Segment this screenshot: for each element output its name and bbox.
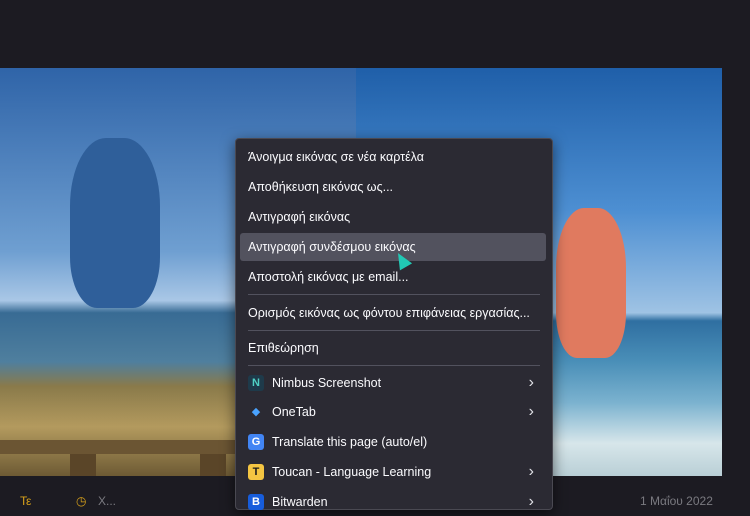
translate-icon: G	[248, 434, 264, 450]
menu-toucan[interactable]: T Toucan - Language Learning ›	[240, 458, 546, 486]
nimbus-icon: N	[248, 375, 264, 391]
bitwarden-icon: B	[248, 494, 264, 510]
browser-top-area	[0, 0, 750, 68]
menu-item-label: Bitwarden	[272, 495, 328, 509]
menu-item-label: Nimbus Screenshot	[272, 376, 382, 390]
menu-separator	[248, 330, 540, 331]
menu-email-image[interactable]: Αποστολή εικόνας με email...	[240, 263, 546, 291]
menu-separator	[248, 294, 540, 295]
bottom-middle-text: Χ...	[98, 494, 117, 508]
toucan-icon: T	[248, 464, 264, 480]
menu-item-label: OneTab	[272, 405, 316, 419]
menu-item-label: Επιθεώρηση	[248, 341, 319, 355]
bottom-left-text[interactable]: Τε	[20, 494, 31, 508]
menu-separator	[248, 365, 540, 366]
menu-save-image-as[interactable]: Αποθήκευση εικόνας ως...	[240, 173, 546, 201]
bench-leg	[70, 454, 96, 476]
menu-item-label: Αποθήκευση εικόνας ως...	[248, 180, 394, 194]
clock-icon: ◷	[76, 494, 87, 508]
context-menu: Άνοιγμα εικόνας σε νέα καρτέλα Αποθήκευσ…	[235, 138, 553, 510]
menu-bitwarden[interactable]: B Bitwarden ›	[240, 488, 546, 516]
menu-translate-page[interactable]: G Translate this page (auto/el)	[240, 428, 546, 456]
menu-item-label: Toucan - Language Learning	[272, 465, 432, 479]
onetab-icon: ◆	[251, 406, 261, 418]
menu-set-desktop-background[interactable]: Ορισμός εικόνας ως φόντου επιφάνειας εργ…	[240, 299, 546, 327]
menu-item-label: Ορισμός εικόνας ως φόντου επιφάνειας εργ…	[248, 306, 530, 320]
menu-item-label: Αντιγραφή συνδέσμου εικόνας	[248, 240, 416, 254]
bottom-date: 1 Μαΐου 2022	[640, 494, 713, 508]
bench	[0, 440, 240, 454]
chevron-right-icon: ›	[528, 374, 534, 391]
bench-leg	[200, 454, 226, 476]
chevron-right-icon: ›	[528, 463, 534, 480]
menu-item-label: Translate this page (auto/el)	[272, 435, 428, 449]
menu-item-label: Αποστολή εικόνας με email...	[248, 270, 409, 284]
menu-onetab[interactable]: ◆ OneTab ›	[240, 398, 546, 426]
menu-open-image-new-tab[interactable]: Άνοιγμα εικόνας σε νέα καρτέλα	[240, 143, 546, 171]
menu-nimbus-screenshot[interactable]: N Nimbus Screenshot ›	[240, 369, 546, 397]
chevron-right-icon: ›	[528, 493, 534, 510]
menu-inspect[interactable]: Επιθεώρηση	[240, 334, 546, 362]
woman-figure	[556, 208, 626, 358]
menu-copy-image[interactable]: Αντιγραφή εικόνας	[240, 203, 546, 231]
menu-item-label: Άνοιγμα εικόνας σε νέα καρτέλα	[248, 150, 424, 164]
man-figure	[70, 138, 160, 308]
menu-item-label: Αντιγραφή εικόνας	[248, 210, 351, 224]
chevron-right-icon: ›	[528, 403, 534, 420]
